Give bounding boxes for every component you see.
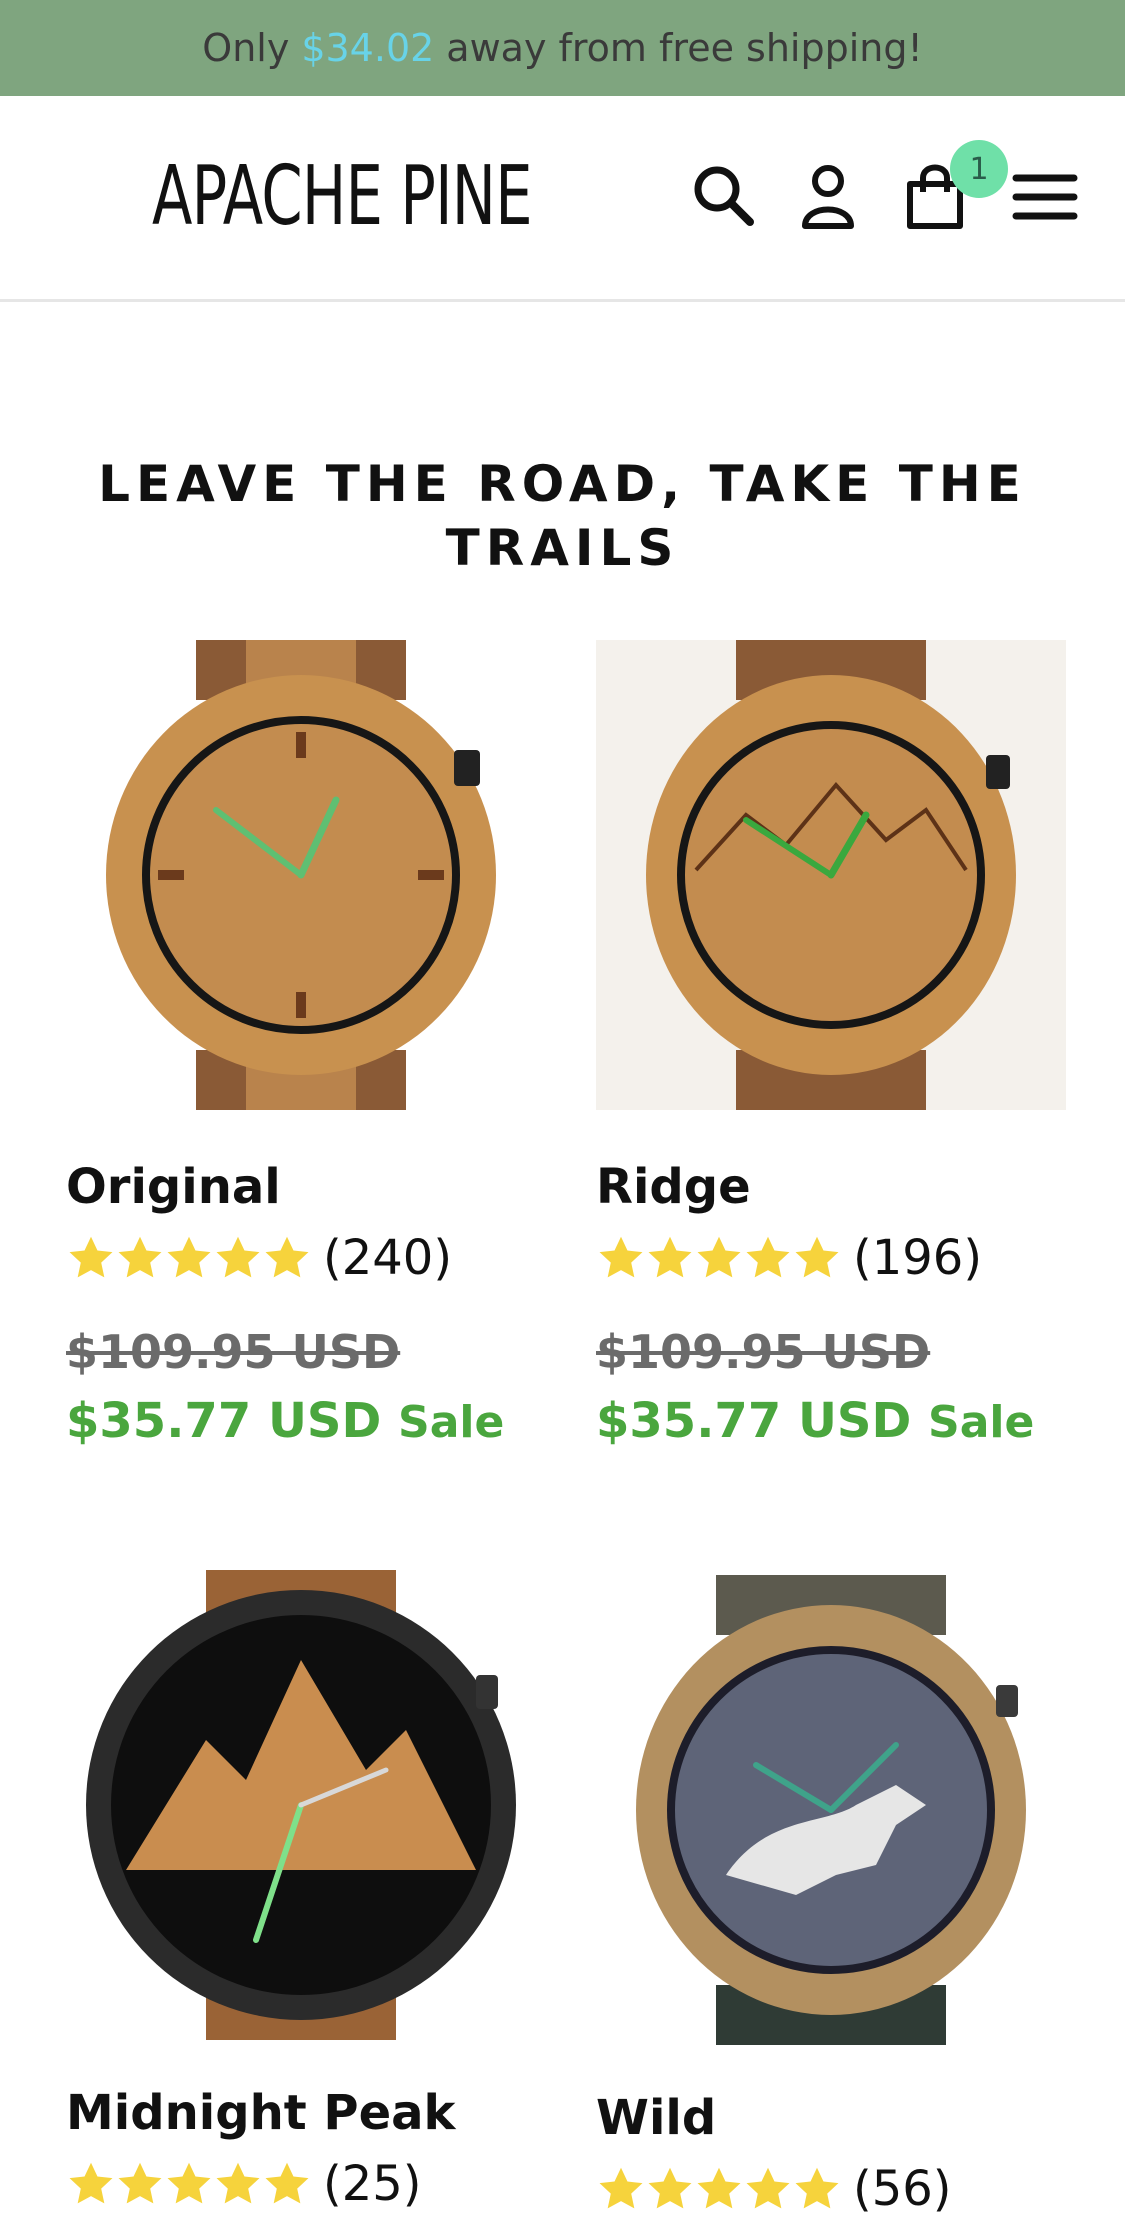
brand-logo[interactable]: APACHE PINE bbox=[62, 126, 582, 266]
compare-price: $109.95 USD bbox=[66, 1325, 401, 1379]
sale-price: $35.77 USD bbox=[66, 1393, 382, 1449]
announcement-suffix: away from free shipping! bbox=[446, 26, 923, 70]
star-icon bbox=[167, 1236, 211, 1278]
product-image[interactable] bbox=[66, 1570, 536, 2040]
sale-price-line: $35.77 USD Sale bbox=[596, 1393, 1066, 1449]
star-icon bbox=[216, 1236, 260, 1278]
rating-stars bbox=[596, 2164, 841, 2214]
site-header: APACHE PINE 1 bbox=[0, 96, 1125, 302]
sale-price: $35.77 USD bbox=[596, 1393, 912, 1449]
product-card-ridge[interactable]: Ridge (196) $109.95 USD $35.77 USD Sale bbox=[596, 640, 1066, 1449]
compare-price: $109.95 USD bbox=[596, 1325, 931, 1379]
announcement-amount: $34.02 bbox=[301, 26, 435, 70]
star-icon bbox=[69, 1236, 113, 1278]
announcement-prefix: Only bbox=[202, 26, 290, 70]
star-icon bbox=[795, 1236, 839, 1278]
product-rating: (25) bbox=[66, 2149, 536, 2219]
star-icon bbox=[118, 1236, 162, 1278]
review-count: (240) bbox=[323, 1230, 453, 1286]
section-title: LEAVE THE ROAD, TAKE THE TRAILS bbox=[98, 454, 1027, 577]
product-rating: (196) bbox=[596, 1223, 1066, 1293]
product-image[interactable] bbox=[66, 640, 536, 1110]
product-rating: (56) bbox=[596, 2154, 1066, 2224]
product-rating: (240) bbox=[66, 1223, 536, 1293]
menu-icon[interactable] bbox=[1010, 160, 1080, 230]
rating-stars bbox=[596, 1233, 841, 1283]
star-icon bbox=[746, 2167, 790, 2209]
product-card-original[interactable]: Original (240) $109.95 USD $35.77 USD Sa… bbox=[66, 640, 536, 1449]
product-name[interactable]: Midnight Peak bbox=[66, 2085, 536, 2141]
review-count: (25) bbox=[323, 2156, 422, 2212]
announcement-bar: Only $34.02 away from free shipping! bbox=[0, 0, 1125, 96]
star-icon bbox=[648, 2167, 692, 2209]
star-icon bbox=[599, 2167, 643, 2209]
search-icon[interactable] bbox=[688, 160, 758, 230]
star-icon bbox=[648, 1236, 692, 1278]
product-name[interactable]: Ridge bbox=[596, 1159, 1066, 1215]
rating-stars bbox=[66, 1233, 311, 1283]
brand-name: APACHE PINE bbox=[152, 148, 533, 244]
product-card-wild[interactable]: Wild (56) bbox=[596, 1575, 1066, 2224]
star-icon bbox=[697, 1236, 741, 1278]
star-icon bbox=[265, 1236, 309, 1278]
product-name[interactable]: Original bbox=[66, 1159, 536, 1215]
star-icon bbox=[697, 2167, 741, 2209]
star-icon bbox=[599, 1236, 643, 1278]
review-count: (56) bbox=[853, 2161, 952, 2217]
star-icon bbox=[746, 1236, 790, 1278]
account-icon[interactable] bbox=[793, 160, 863, 230]
product-image[interactable] bbox=[596, 1575, 1066, 2045]
product-card-midnight-peak[interactable]: Midnight Peak (25) bbox=[66, 1570, 536, 2219]
product-name[interactable]: Wild bbox=[596, 2090, 1066, 2146]
sale-tag: Sale bbox=[398, 1397, 505, 1448]
sale-price-line: $35.77 USD Sale bbox=[66, 1393, 536, 1449]
star-icon bbox=[795, 2167, 839, 2209]
review-count: (196) bbox=[853, 1230, 983, 1286]
cart-count-badge: 1 bbox=[950, 140, 1008, 198]
sale-tag: Sale bbox=[928, 1397, 1035, 1448]
product-image[interactable] bbox=[596, 640, 1066, 1110]
